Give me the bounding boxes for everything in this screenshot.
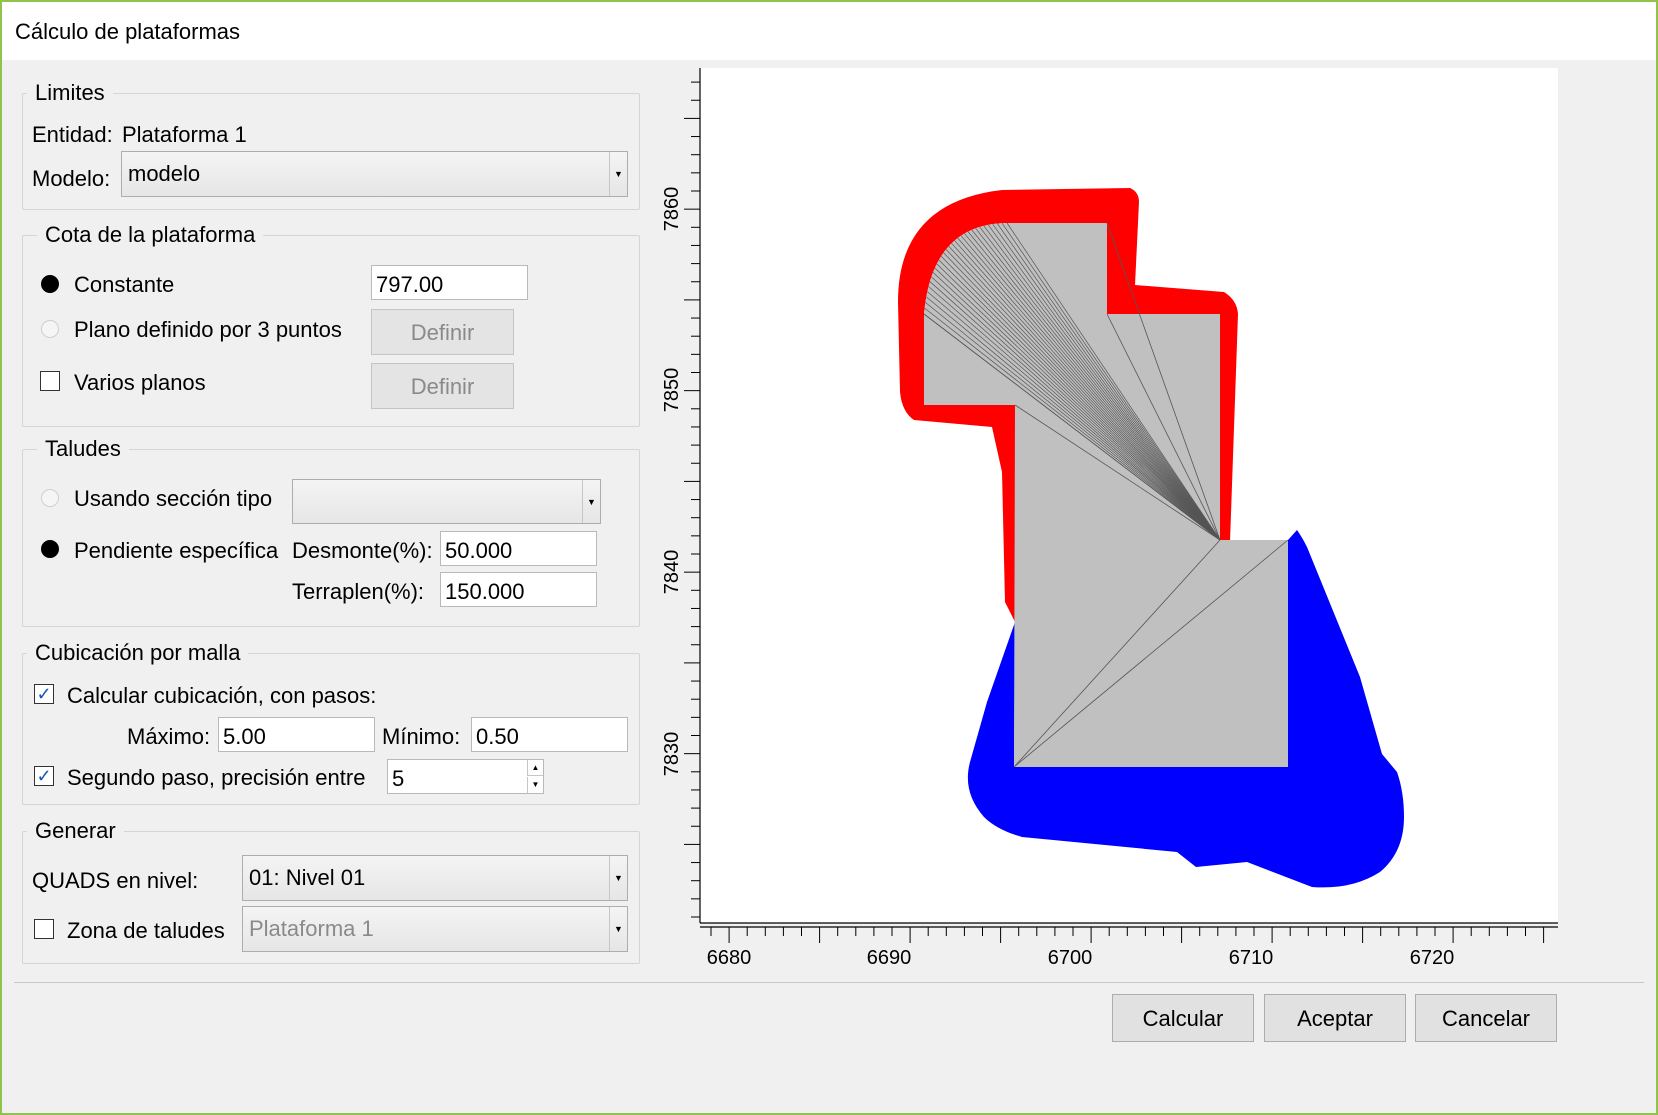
entidad-value: Plataforma 1	[122, 122, 247, 147]
constante-label: Constante	[74, 272, 175, 297]
zona-taludes-value: Plataforma 1	[249, 916, 374, 941]
modelo-dropdown-value: modelo	[128, 161, 201, 186]
chevron-down-icon: ▼	[582, 480, 600, 523]
calcular-cubicacion-label: Calcular cubicación, con pasos:	[67, 683, 377, 708]
window-title: Cálculo de plataformas	[15, 19, 241, 44]
precision-value: 5	[392, 766, 405, 791]
definir-plano-button[interactable]: Definir	[371, 309, 514, 355]
calcular-cubicacion-checkbox[interactable]: ✓	[34, 684, 54, 704]
modelo-dropdown[interactable]: modelo ▼	[121, 151, 628, 197]
chevron-down-icon: ▼	[609, 152, 627, 196]
y-axis-ticks	[684, 81, 700, 918]
y-tick-label-7860: 7860	[661, 187, 683, 232]
aceptar-button[interactable]: Aceptar	[1264, 994, 1406, 1042]
pendiente-label: Pendiente específica	[74, 538, 279, 563]
x-tick-label-6690: 6690	[867, 947, 912, 969]
calcular-button[interactable]: Calcular	[1112, 994, 1254, 1042]
plano-radio[interactable]	[41, 320, 59, 338]
y-tick-label-7850: 7850	[661, 368, 683, 413]
quads-dropdown-value: 01: Nivel 01	[249, 865, 366, 890]
quads-dropdown[interactable]: 01: Nivel 01 ▼	[242, 855, 628, 901]
platform-plot[interactable]: 6680 6690 6700 6710 6720 7830 7840 7850 …	[654, 62, 1558, 977]
x-tick-label-6700: 6700	[1048, 947, 1093, 969]
spin-down-icon[interactable]: ▼	[527, 777, 543, 793]
cota-legend: Cota de la plataforma	[45, 222, 256, 247]
taludes-legend: Taludes	[45, 436, 121, 461]
seccion-tipo-dropdown[interactable]: ▼	[292, 479, 601, 524]
cancelar-button[interactable]: Cancelar	[1415, 994, 1557, 1042]
entidad-label: Entidad:	[32, 122, 113, 147]
chevron-down-icon: ▼	[609, 856, 627, 900]
plano-label: Plano definido por 3 puntos	[74, 317, 342, 342]
terraplen-input[interactable]: 150.000	[440, 572, 597, 607]
varios-planos-checkbox[interactable]	[40, 371, 60, 391]
zona-taludes-checkbox[interactable]	[34, 919, 54, 939]
spin-up-icon[interactable]: ▲	[527, 760, 543, 776]
minimo-label: Mínimo:	[382, 724, 461, 749]
x-tick-label-6680: 6680	[707, 947, 752, 969]
generar-legend: Generar	[35, 818, 116, 843]
precision-spinbox[interactable]: 5 ▲ ▼	[387, 759, 544, 794]
seccion-tipo-label: Usando sección tipo	[74, 486, 273, 511]
chevron-down-icon: ▼	[609, 907, 627, 951]
zona-taludes-label: Zona de taludes	[67, 918, 225, 943]
modelo-label: Modelo:	[32, 166, 111, 191]
cubicacion-legend: Cubicación por malla	[35, 640, 241, 665]
minimo-input[interactable]: 0.50	[471, 717, 628, 752]
segundo-paso-label: Segundo paso, precisión entre	[67, 765, 366, 790]
quads-label: QUADS en nivel:	[32, 868, 199, 893]
maximo-input[interactable]: 5.00	[218, 717, 375, 752]
varios-planos-label: Varios planos	[74, 370, 206, 395]
title-bar: Cálculo de plataformas	[2, 2, 1656, 60]
constante-input[interactable]: 797.00	[371, 265, 528, 300]
constante-radio[interactable]	[41, 275, 59, 293]
x-axis-ticks	[710, 927, 1545, 943]
x-tick-label-6710: 6710	[1229, 947, 1274, 969]
limites-legend: Limites	[35, 80, 105, 105]
zona-taludes-dropdown[interactable]: Plataforma 1 ▼	[242, 906, 628, 952]
maximo-label: Máximo:	[127, 724, 211, 749]
segundo-paso-checkbox[interactable]: ✓	[34, 766, 54, 786]
pendiente-radio[interactable]	[41, 540, 59, 558]
terraplen-label: Terraplen(%):	[292, 579, 425, 604]
dialog-window: Cálculo de plataformas Limites Entidad: …	[0, 0, 1658, 1115]
desmonte-input[interactable]: 50.000	[440, 531, 597, 566]
footer-separator	[14, 982, 1644, 983]
y-tick-label-7840: 7840	[661, 550, 683, 595]
x-tick-label-6720: 6720	[1410, 947, 1455, 969]
definir-varios-button[interactable]: Definir	[371, 363, 514, 409]
desmonte-label: Desmonte(%):	[292, 538, 433, 563]
seccion-tipo-radio[interactable]	[41, 489, 59, 507]
y-tick-label-7830: 7830	[661, 732, 683, 777]
